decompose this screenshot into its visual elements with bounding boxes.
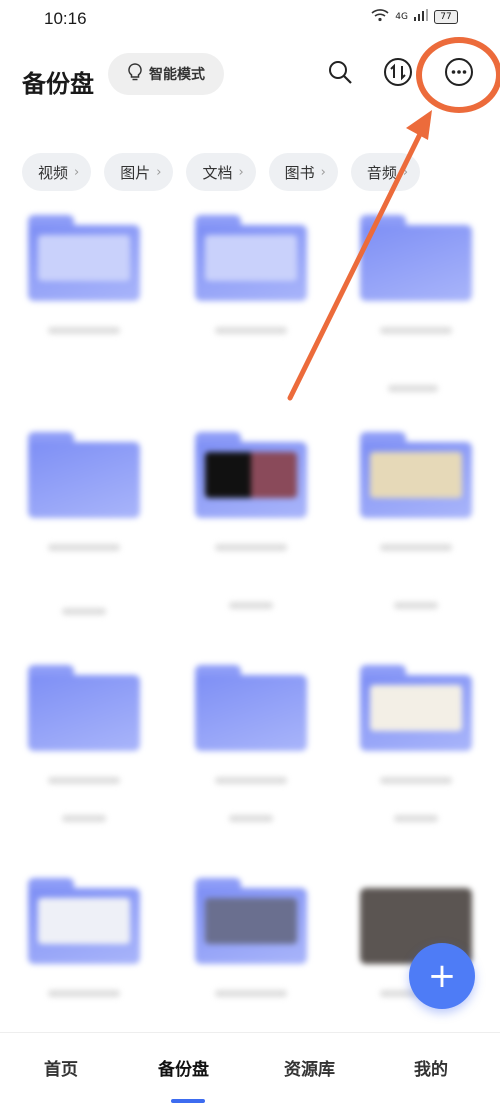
folder-icon <box>195 878 307 964</box>
folder-icon <box>360 665 472 751</box>
bottom-nav: 首页 备份盘 资源库 我的 <box>0 1032 500 1112</box>
status-icons: 4G 77 <box>371 8 458 25</box>
lightbulb-icon <box>127 63 143 85</box>
chip-label: 图片 <box>120 163 151 182</box>
chevron-right-icon: › <box>238 164 244 180</box>
folder-icon <box>360 432 472 518</box>
folder-icon <box>28 432 140 518</box>
chip-label: 视频 <box>38 163 69 182</box>
tab-library[interactable]: 资源库 <box>284 1055 335 1080</box>
active-tab-indicator <box>171 1099 205 1103</box>
folder-icon <box>195 432 307 518</box>
tab-home[interactable]: 首页 <box>44 1055 78 1080</box>
status-bar: 10:16 4G 77 <box>0 0 500 40</box>
category-chips: 视频 › 图片 › 文档 › 图书 › 音频 › <box>22 153 421 191</box>
page-title: 备份盘 <box>22 70 94 98</box>
chip-video[interactable]: 视频 › <box>22 153 92 191</box>
chip-book[interactable]: 图书 › <box>268 153 338 191</box>
chip-label: 文档 <box>202 163 233 182</box>
wifi-icon <box>371 8 389 25</box>
smart-mode-label: 智能模式 <box>149 67 205 83</box>
chevron-right-icon: › <box>402 164 409 180</box>
chevron-right-icon: › <box>74 164 80 180</box>
chip-audio[interactable]: 音频 › <box>350 153 421 191</box>
search-button[interactable] <box>322 56 358 92</box>
chevron-right-icon: › <box>156 164 162 180</box>
add-button[interactable]: + <box>409 943 475 1009</box>
chip-document[interactable]: 文档 › <box>186 153 256 191</box>
transfer-icon <box>383 57 413 91</box>
tab-backup[interactable]: 备份盘 <box>158 1055 209 1080</box>
folder-icon <box>195 215 307 301</box>
transfer-button[interactable] <box>380 56 416 92</box>
chip-label: 图书 <box>284 163 315 182</box>
folder-icon <box>28 878 140 964</box>
chevron-right-icon: › <box>320 164 326 180</box>
chip-image[interactable]: 图片 › <box>104 153 174 191</box>
battery-icon: 77 <box>434 9 458 24</box>
annotation-circle <box>416 37 500 113</box>
signal-icon <box>414 9 428 24</box>
signal-label: 4G <box>395 11 408 22</box>
folder-icon <box>28 665 140 751</box>
smart-mode-button[interactable]: 智能模式 <box>108 53 224 95</box>
status-time: 10:16 <box>44 9 87 28</box>
search-icon <box>327 59 353 89</box>
chip-label: 音频 <box>366 163 397 182</box>
folder-icon <box>195 665 307 751</box>
folder-icon <box>360 215 472 301</box>
folder-icon <box>28 215 140 301</box>
tab-mine[interactable]: 我的 <box>414 1055 448 1080</box>
